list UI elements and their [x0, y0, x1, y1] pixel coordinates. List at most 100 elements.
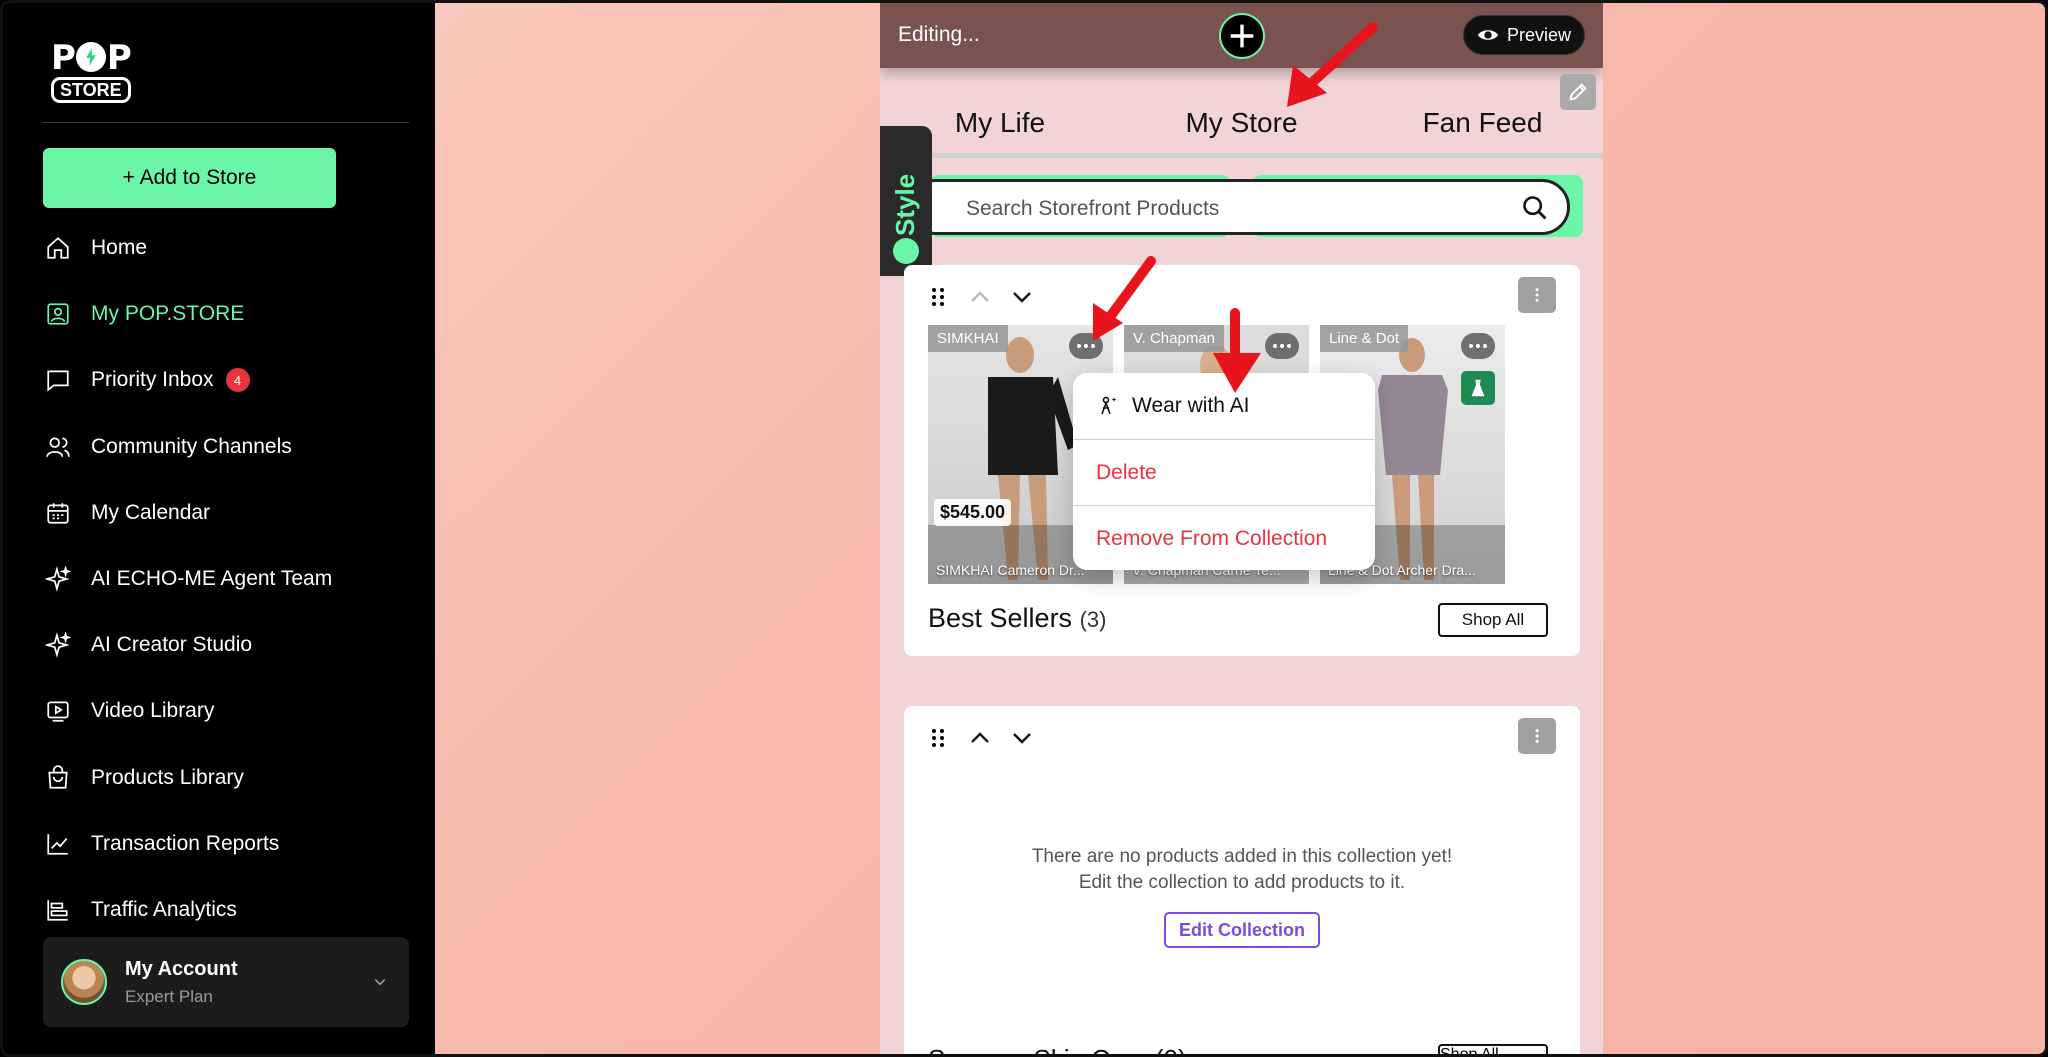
more-horizontal-icon: [1469, 344, 1487, 348]
sidebar-item-video-library[interactable]: Video Library: [43, 678, 413, 744]
sidebar-item-label: Video Library: [91, 699, 215, 723]
wear-with-ai-badge[interactable]: [1461, 371, 1495, 405]
sidebar-item-priority-inbox[interactable]: Priority Inbox 4: [43, 347, 413, 413]
collection-menu-button[interactable]: [1518, 277, 1556, 313]
next-shop-all-button[interactable]: Shop All: [1438, 1044, 1548, 1054]
product-name: SIMKHAI Cameron Dr...: [936, 562, 1085, 578]
tab-fan-feed[interactable]: Fan Feed: [1362, 98, 1603, 158]
collection-controls: [926, 285, 1034, 309]
app-window: PP STORE + Add to Store Home My POP.STOR…: [0, 0, 2048, 1057]
inbox-count-badge: 4: [225, 368, 250, 393]
home-icon: [43, 233, 73, 263]
dress-icon: [1471, 379, 1485, 397]
sidebar-item-transaction-reports[interactable]: Transaction Reports: [43, 811, 413, 877]
search-input[interactable]: Search Storefront Products: [908, 179, 1570, 235]
logo-pop-text: PP: [51, 38, 132, 78]
product-menu-button[interactable]: [1461, 333, 1495, 359]
menu-delete[interactable]: Delete: [1073, 439, 1375, 505]
wear-ai-icon: [1101, 396, 1117, 415]
store-tabs: My Life My Store Fan Feed: [880, 98, 1603, 158]
search-placeholder: Search Storefront Products: [966, 197, 1220, 220]
search-area: Search Storefront Products: [908, 175, 1584, 237]
more-vertical-icon: [1535, 288, 1539, 302]
collection-menu-button[interactable]: [1518, 718, 1556, 754]
product-brand: V. Chapman: [1124, 325, 1225, 352]
preview-label: Preview: [1506, 24, 1572, 45]
message-icon: [43, 365, 73, 395]
move-down-icon[interactable]: [1010, 285, 1034, 309]
next-collection-title: Summer Skin Care (0): [928, 1044, 1187, 1054]
empty-line-1: There are no products added in this coll…: [1031, 846, 1453, 867]
bar-chart-icon: [43, 895, 73, 925]
empty-collection-message: There are no products added in this coll…: [904, 844, 1580, 896]
chart-line-icon: [43, 829, 73, 859]
menu-item-label: Remove From Collection: [1096, 526, 1328, 550]
bolt-icon: [75, 42, 106, 72]
account-switcher[interactable]: My Account Expert Plan: [43, 937, 409, 1027]
shop-all-button[interactable]: Shop All: [1438, 603, 1548, 637]
sidebar: PP STORE + Add to Store Home My POP.STOR…: [3, 3, 435, 1054]
editor-topbar: Editing... Preview: [880, 3, 1603, 68]
chevron-down-icon: [374, 979, 386, 986]
tab-my-store[interactable]: My Store: [1121, 98, 1362, 158]
search-icon[interactable]: [1521, 194, 1549, 222]
sidebar-item-label: Priority Inbox: [91, 368, 214, 392]
pop-store-logo[interactable]: PP STORE: [51, 38, 147, 103]
sidebar-item-ai-echo-me[interactable]: AI ECHO-ME Agent Team: [43, 546, 413, 612]
empty-line-2: Edit the collection to add products to i…: [1078, 872, 1406, 893]
move-up-icon[interactable]: [968, 285, 992, 309]
drag-handle-icon[interactable]: [926, 285, 950, 309]
logo-store-text: STORE: [51, 77, 131, 103]
product-price: $545.00: [934, 499, 1012, 526]
collection-title: Best Sellers (3): [928, 603, 1106, 634]
more-vertical-icon: [1535, 729, 1539, 743]
sidebar-item-products-library[interactable]: Products Library: [43, 745, 413, 811]
collection-controls: [926, 726, 1034, 750]
sidebar-item-label: Traffic Analytics: [91, 897, 237, 921]
users-icon: [43, 432, 73, 462]
bag-icon: [43, 763, 73, 793]
sidebar-item-label: AI Creator Studio: [91, 633, 253, 657]
collection-title-text: Best Sellers: [928, 603, 1073, 633]
video-icon: [43, 696, 73, 726]
sidebar-item-community-channels[interactable]: Community Channels: [43, 414, 413, 480]
add-block-button[interactable]: [1219, 13, 1265, 59]
sidebar-item-label: Community Channels: [91, 434, 292, 458]
palette-icon: [893, 238, 919, 264]
sidebar-item-label: My Calendar: [91, 500, 211, 524]
sidebar-item-label: Transaction Reports: [91, 831, 280, 855]
move-up-icon[interactable]: [968, 726, 992, 750]
store-icon: [43, 299, 73, 329]
edit-collection-button[interactable]: Edit Collection: [1164, 912, 1320, 948]
style-label: Style: [890, 173, 920, 236]
move-down-icon[interactable]: [1010, 726, 1034, 750]
product-menu-button[interactable]: [1069, 333, 1103, 359]
avatar: [61, 959, 107, 1005]
collection-count: (3): [1079, 607, 1107, 632]
sidebar-item-ai-creator-studio[interactable]: AI Creator Studio: [43, 612, 413, 678]
collection-card: There are no products added in this coll…: [904, 706, 1580, 1054]
style-drawer-tab[interactable]: Style: [880, 126, 932, 276]
product-brand: SIMKHAI: [928, 325, 1008, 352]
product-brand: Line & Dot: [1320, 325, 1409, 352]
sidebar-item-my-pop-store[interactable]: My POP.STORE: [43, 281, 413, 347]
menu-remove-from-collection[interactable]: Remove From Collection: [1073, 505, 1375, 571]
sidebar-item-home[interactable]: Home: [43, 215, 413, 281]
tabs-underline: [880, 153, 1603, 158]
menu-wear-with-ai[interactable]: Wear with AI: [1073, 373, 1375, 439]
plus-icon: [1230, 24, 1254, 48]
preview-button[interactable]: Preview: [1463, 15, 1585, 55]
sidebar-item-my-calendar[interactable]: My Calendar: [43, 480, 413, 546]
account-name: My Account: [125, 957, 238, 980]
drag-handle-icon[interactable]: [926, 726, 950, 750]
sparkle-icon: [43, 630, 73, 660]
sidebar-item-traffic-analytics[interactable]: Traffic Analytics: [43, 877, 413, 943]
sidebar-divider: [43, 122, 409, 123]
account-text: My Account Expert Plan: [125, 958, 238, 1007]
sparkle-icon: [43, 564, 73, 594]
add-to-store-button[interactable]: + Add to Store: [43, 148, 336, 208]
sidebar-nav: Home My POP.STORE Priority Inbox 4 Commu…: [43, 215, 413, 943]
more-horizontal-icon: [1077, 344, 1095, 348]
calendar-icon: [43, 498, 73, 528]
product-menu-button[interactable]: [1265, 333, 1299, 359]
